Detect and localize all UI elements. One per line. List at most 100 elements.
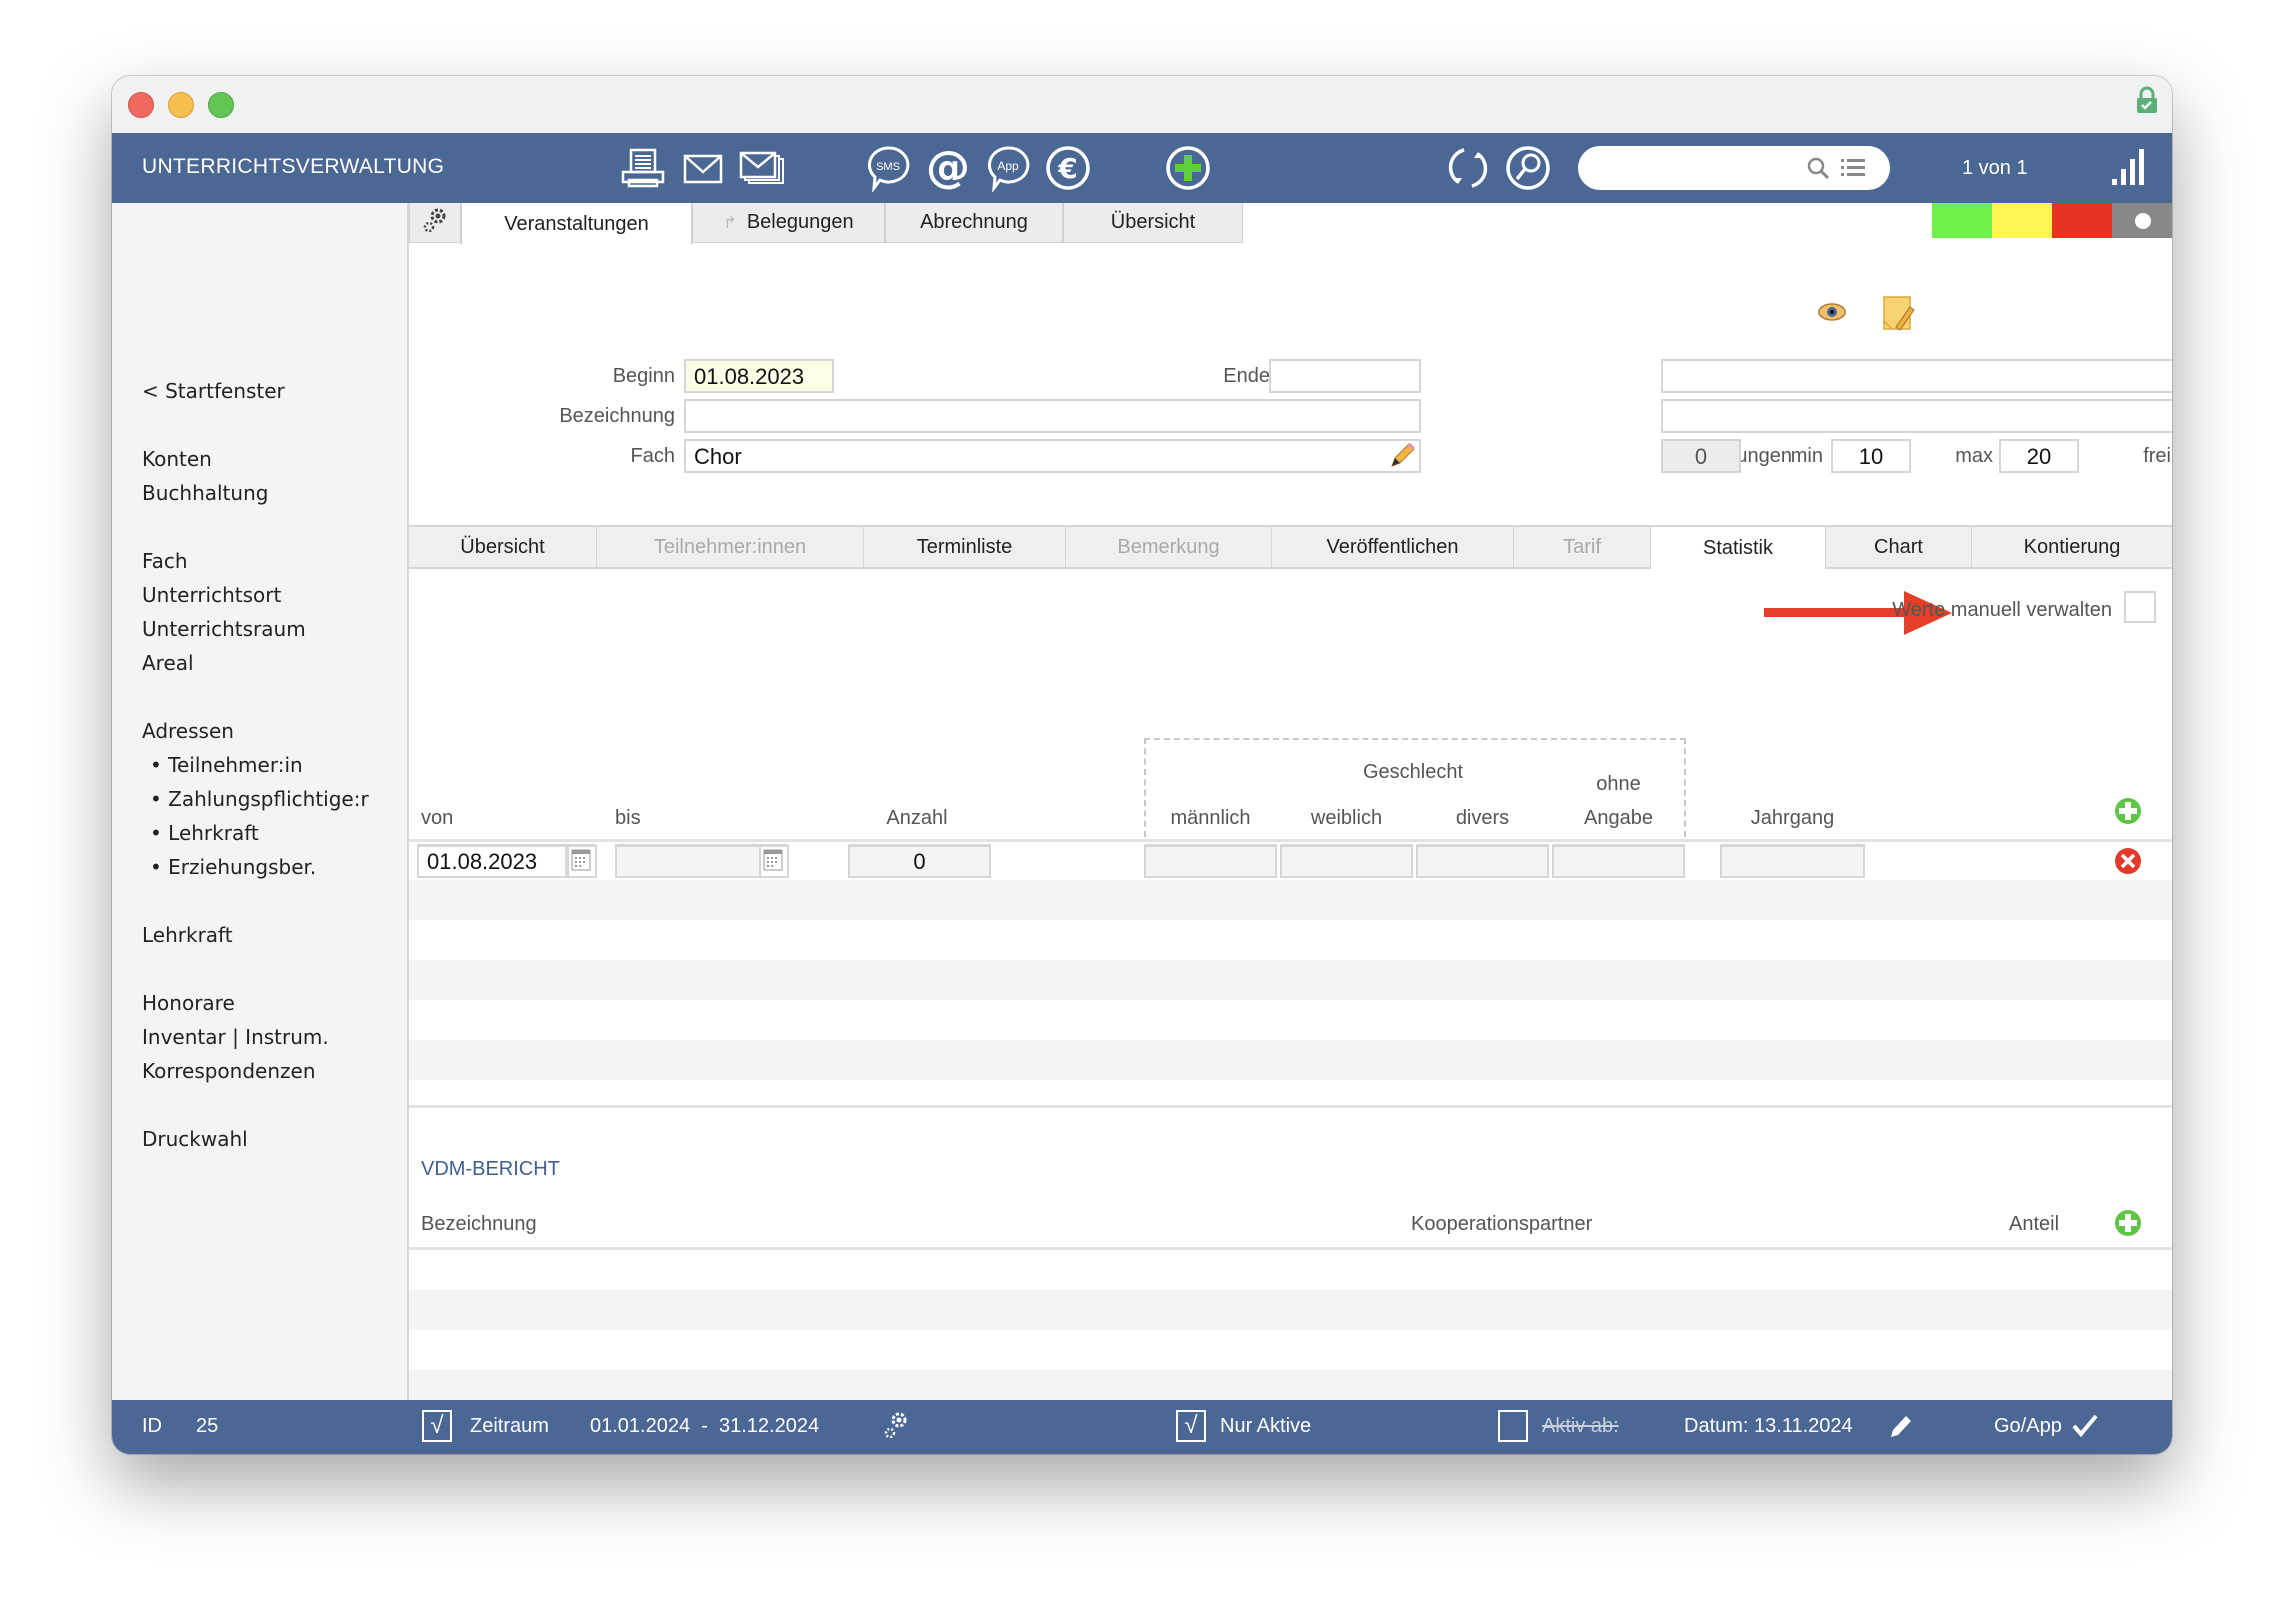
zeitraum-checkbox[interactable]: √ [422, 1410, 452, 1442]
table-header-divider [409, 839, 2172, 842]
add-row-icon[interactable] [2114, 797, 2142, 829]
subtab-chart[interactable]: Chart [1826, 527, 1972, 567]
aktiv-ab-label: Aktiv ab: [1542, 1415, 1619, 1437]
fach-field[interactable]: Chor [684, 439, 1421, 473]
von-calendar-button[interactable] [567, 844, 597, 878]
id-value: 25 [196, 1415, 219, 1437]
sidebar-item-erziehungsber[interactable]: • Erziehungsber. [150, 855, 316, 879]
sidebar-item-konten[interactable]: Konten [142, 447, 212, 471]
status-yellow[interactable] [1992, 203, 2052, 238]
row-jahrgang-field[interactable] [1720, 844, 1865, 878]
sidebar-item-startfenster[interactable]: < Startfenster [142, 379, 285, 403]
list-icon[interactable] [1840, 156, 1866, 184]
sidebar-item-zahlungspflichtige[interactable]: • Zahlungspflichtige:r [150, 787, 369, 811]
edit-date-icon[interactable] [1888, 1412, 1914, 1446]
manual-values-checkbox[interactable] [2124, 591, 2156, 623]
settings-tab[interactable] [409, 203, 461, 243]
sidebar-item-adressen-lehrkraft[interactable]: • Lehrkraft [150, 821, 259, 845]
minimize-window-button[interactable] [168, 92, 194, 118]
bis-calendar-button[interactable] [759, 844, 789, 878]
subtab-statistik[interactable]: Statistik [1651, 527, 1826, 569]
table-row-empty [409, 960, 2172, 1000]
mail-icon[interactable] [677, 142, 729, 194]
app-message-icon[interactable]: App [982, 142, 1034, 194]
delete-row-icon[interactable] [2114, 847, 2142, 879]
gear-icon [421, 206, 449, 240]
bezeichnung-field[interactable] [684, 399, 1421, 433]
min-field[interactable]: 10 [1831, 439, 1911, 473]
sidebar-item-teilnehmer[interactable]: • Teilnehmer:in [150, 753, 303, 777]
eye-icon[interactable] [1817, 301, 1847, 327]
sub-tab-bar: Übersicht Teilnehmer:innen Terminliste B… [409, 525, 2172, 569]
goapp-check-icon[interactable] [2072, 1414, 2098, 1444]
sidebar-item-druckwahl[interactable]: Druckwahl [142, 1127, 248, 1151]
row-bis-field[interactable] [615, 844, 770, 878]
subtab-teilnehmer[interactable]: Teilnehmer:innen [597, 527, 864, 567]
tab-abrechnung[interactable]: Abrechnung [885, 203, 1063, 243]
find-icon[interactable] [1502, 142, 1554, 194]
sidebar-item-fach[interactable]: Fach [142, 549, 188, 573]
lock-check-icon [2136, 86, 2158, 114]
tab-uebersicht[interactable]: Übersicht [1063, 203, 1243, 243]
beginn-field[interactable]: 01.08.2023 [684, 359, 834, 393]
row-divers-field[interactable] [1416, 844, 1549, 878]
sidebar-item-inventar[interactable]: Inventar | Instrum. [142, 1025, 329, 1049]
notes-icon[interactable] [1882, 295, 1916, 337]
tab-veranstaltungen[interactable]: Veranstaltungen [461, 203, 692, 245]
add-vdm-row-icon[interactable] [2114, 1209, 2142, 1241]
subtab-kontierung[interactable]: Kontierung [1972, 527, 2172, 567]
tab-belegungen[interactable]: ↱ Belegungen [692, 203, 885, 243]
sidebar-item-unterrichtsort[interactable]: Unterrichtsort [142, 583, 281, 607]
ende-field[interactable] [1269, 359, 1421, 393]
printer-icon[interactable] [617, 142, 669, 194]
sidebar-item-areal[interactable]: Areal [142, 651, 194, 675]
row-von-field[interactable]: 01.08.2023 [417, 844, 567, 878]
nur-aktive-checkbox[interactable]: √ [1176, 1410, 1206, 1442]
mail-multiple-icon[interactable] [737, 142, 789, 194]
return-arrow-icon: ↱ [723, 214, 737, 232]
add-record-icon[interactable] [1162, 142, 1214, 194]
max-field[interactable]: 20 [1999, 439, 2079, 473]
zoom-window-button[interactable] [208, 92, 234, 118]
sidebar-item-honorare[interactable]: Honorare [142, 991, 235, 1015]
beginn-label: Beginn [612, 365, 675, 387]
row-anzahl-field[interactable]: 0 [848, 844, 991, 878]
at-icon[interactable]: @ [922, 142, 974, 194]
subtab-tarif[interactable]: Tarif [1514, 527, 1651, 567]
aktiv-ab-checkbox[interactable] [1498, 1410, 1528, 1442]
status-red[interactable] [2052, 203, 2112, 238]
sidebar-item-unterrichtsraum[interactable]: Unterrichtsraum [142, 617, 306, 641]
close-window-button[interactable] [128, 92, 154, 118]
kommentar-field[interactable] [1661, 399, 2172, 433]
min-label: min [1790, 445, 1823, 467]
zeitraum-range[interactable]: 01.01.2024 - 31.12.2024 [590, 1415, 819, 1438]
col-kooperationspartner: Kooperationspartner [1411, 1213, 1593, 1235]
refresh-icon[interactable] [1442, 142, 1494, 194]
sidebar-item-lehrkraft[interactable]: Lehrkraft [142, 923, 233, 947]
zeitraum-settings-icon[interactable] [882, 1410, 910, 1448]
ende-label: Ende [1223, 365, 1270, 387]
euro-icon[interactable]: € [1042, 142, 1094, 194]
sms-icon[interactable]: SMS [862, 142, 914, 194]
sidebar-item-adressen[interactable]: Adressen [142, 719, 234, 743]
signal-bars-icon[interactable] [2110, 147, 2146, 191]
subtab-veroeffentlichen[interactable]: Veröffentlichen [1272, 527, 1514, 567]
row-ohne-angabe-field[interactable] [1552, 844, 1685, 878]
kurs-nr-field[interactable] [1661, 359, 2172, 393]
footer-bar: ID 25 √ Zeitraum 01.01.2024 - 31.12.2024… [112, 1400, 2172, 1454]
subtab-bemerkung[interactable]: Bemerkung [1066, 527, 1272, 567]
search-icon[interactable] [1806, 156, 1830, 184]
subtab-uebersicht[interactable]: Übersicht [409, 527, 597, 567]
row-maennlich-field[interactable] [1144, 844, 1277, 878]
pencil-icon[interactable] [1389, 442, 1416, 475]
goapp-label[interactable]: Go/App [1994, 1415, 2062, 1438]
subtab-terminliste[interactable]: Terminliste [864, 527, 1066, 567]
row-weiblich-field[interactable] [1280, 844, 1413, 878]
sidebar-item-buchhaltung[interactable]: Buchhaltung [142, 481, 268, 505]
search-input[interactable] [1578, 146, 1890, 190]
status-green[interactable] [1932, 203, 1992, 238]
col-weiblich: weiblich [1310, 807, 1383, 829]
status-toggle[interactable] [2112, 203, 2172, 238]
sidebar-item-korrespondenzen[interactable]: Korrespondenzen [142, 1059, 316, 1083]
col-vdm-bezeichnung: Bezeichnung [421, 1213, 537, 1235]
